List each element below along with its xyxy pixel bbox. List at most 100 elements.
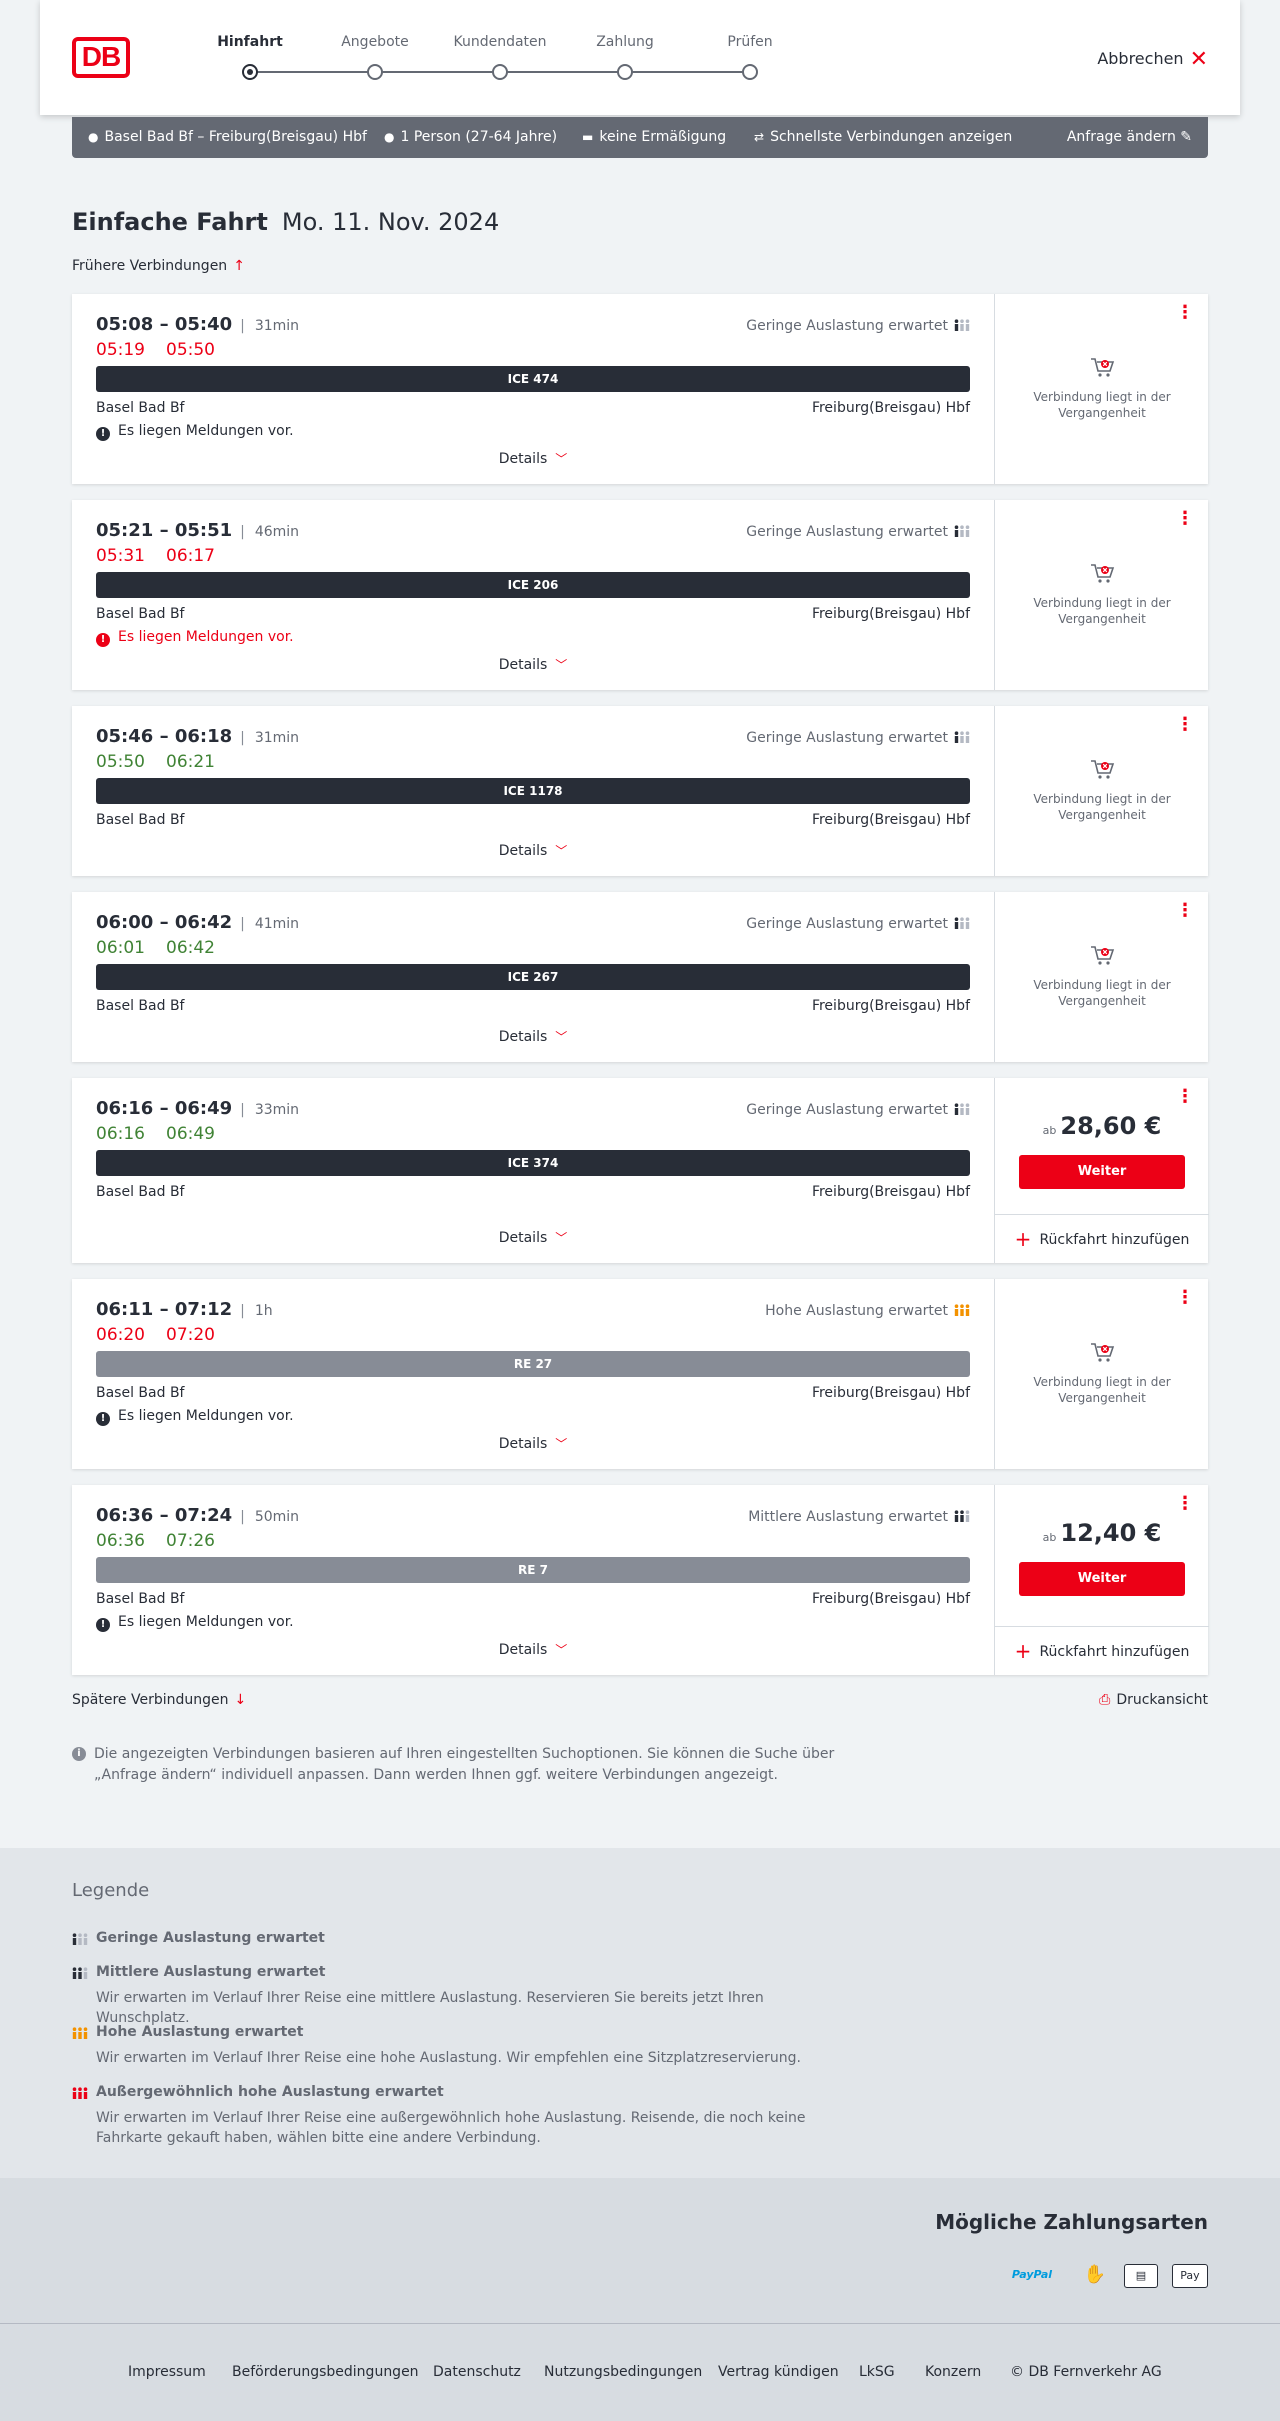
more-options-icon[interactable]: ⋮ <box>1176 304 1194 322</box>
connection-offer: ⋮ ab 12,40 € Weiter + Rückfahrt hinzufügen <box>994 1485 1209 1675</box>
connection-card[interactable]: 06:36 – 07:24 50min 06:36 07:26 Mittlere Aus… <box>72 1485 1209 1675</box>
details-label: Details <box>498 657 548 673</box>
details-toggle[interactable]: Details ﹀ <box>72 656 994 673</box>
realtime-arrival: 06:49 <box>166 1124 215 1144</box>
more-options-icon[interactable]: ⋮ <box>1176 716 1194 734</box>
connection-card[interactable]: 06:11 – 07:12 1h 06:20 07:20 Hohe Auslastung… <box>72 1279 1208 1469</box>
details-toggle[interactable]: Details ﹀ <box>72 450 994 467</box>
connection-card[interactable]: 05:08 – 05:40 31min 05:19 05:50 Geringe Ausl… <box>72 294 1208 484</box>
details-toggle[interactable]: Details ﹀ <box>72 1028 994 1045</box>
step-dot <box>617 64 633 80</box>
realtime-departure: 05:31 <box>96 546 145 566</box>
footer-link-impressum[interactable]: Impressum <box>128 2364 206 2380</box>
past-connection-notice: Verbindung liegt in der Vergangenheit <box>995 757 1209 823</box>
connection-duration: 1h <box>240 1303 273 1319</box>
query-travellers: ● 1 Person (27-64 Jahre) <box>384 129 557 145</box>
details-toggle[interactable]: Details ﹀ <box>72 1641 994 1658</box>
cart-unavailable-icon <box>1091 358 1115 377</box>
connection-offer: ⋮ Verbindung liegt in der Vergangenheit <box>994 892 1208 1062</box>
load-icon-wrap <box>954 525 970 537</box>
legend-item-description: Wir erwarten im Verlauf Ihrer Reise eine… <box>96 2110 806 2146</box>
print-view-link[interactable]: ⎙ Druckansicht <box>1099 1692 1208 1708</box>
load-forecast-label: Hohe Auslastung erwartet <box>765 1303 948 1319</box>
header: DB Hinfahrt Angebote Kundendaten Zahlung… <box>40 0 1240 115</box>
train-bar[interactable]: RE 7 <box>96 1557 970 1583</box>
footer-link-nutzungsbedingungen[interactable]: Nutzungsbedingungen <box>544 2364 702 2380</box>
occupancy-medium-icon <box>72 1967 88 1979</box>
service-message-text: Es liegen Meldungen vor. <box>118 423 294 439</box>
add-return-button[interactable]: + Rückfahrt hinzufügen <box>995 1626 1209 1675</box>
past-connection-notice: Verbindung liegt in der Vergangenheit <box>995 355 1209 421</box>
db-logo[interactable]: DB <box>72 37 130 78</box>
footer-link-datenschutz[interactable]: Datenschutz <box>433 2364 521 2380</box>
load-icon-wrap <box>954 917 970 929</box>
footer-link-lksg[interactable]: LkSG <box>859 2364 895 2380</box>
plus-icon: + <box>1014 1639 1032 1663</box>
more-options-icon[interactable]: ⋮ <box>1176 1495 1194 1513</box>
price: ab 12,40 € <box>995 1519 1209 1547</box>
load-forecast: Hohe Auslastung erwartet <box>765 1303 970 1319</box>
legend-item-description: Wir erwarten im Verlauf Ihrer Reise eine… <box>96 1990 764 2026</box>
train-bar[interactable]: ICE 206 <box>96 572 970 598</box>
legend-item-description: Wir erwarten im Verlauf Ihrer Reise eine… <box>96 2050 801 2066</box>
connection-times: 05:21 – 05:51 46min <box>96 520 299 541</box>
past-connection-text: Verbindung liegt in der Vergangenheit <box>1033 1375 1171 1405</box>
connection-card[interactable]: 06:16 – 06:49 33min 06:16 06:49 Geringe Ausl… <box>72 1078 1209 1263</box>
chevron-down-icon: ﹀ <box>555 452 568 466</box>
legend-item-title: Hohe Auslastung erwartet <box>72 2024 852 2040</box>
price-amount: 12,40 € <box>1060 1519 1162 1547</box>
cart-unavailable-icon <box>1091 760 1115 779</box>
weiter-button[interactable]: Weiter <box>1019 1562 1185 1596</box>
arrival-station: Freiburg(Breisgau) Hbf <box>811 1184 970 1200</box>
train-bar[interactable]: RE 27 <box>96 1351 970 1377</box>
more-options-icon[interactable]: ⋮ <box>1176 1088 1194 1106</box>
planned-times: 05:46 – 06:18 <box>96 726 233 747</box>
progress-steps: Hinfahrt Angebote Kundendaten Zahlung Pr… <box>180 34 773 84</box>
connection-card[interactable]: 05:46 – 06:18 31min 05:50 06:21 Geringe Ausl… <box>72 706 1208 876</box>
details-toggle[interactable]: Details ﹀ <box>72 1229 994 1246</box>
past-connection-notice: Verbindung liegt in der Vergangenheit <box>995 943 1209 1009</box>
change-query-button[interactable]: Anfrage ändern ✎ <box>1067 129 1192 145</box>
connection-card[interactable]: 06:00 – 06:42 41min 06:01 06:42 Geringe Ausl… <box>72 892 1208 1062</box>
train-bar[interactable]: ICE 1178 <box>96 778 970 804</box>
occupancy-low-icon <box>954 1103 970 1115</box>
chevron-down-icon: ﹀ <box>555 1643 568 1657</box>
cancel-button[interactable]: Abbrechen ✕ <box>1097 47 1208 72</box>
printer-icon: ⎙ <box>1099 1692 1111 1708</box>
service-message[interactable]: ! Es liegen Meldungen vor. <box>96 1408 294 1426</box>
service-message[interactable]: ! Es liegen Meldungen vor. <box>96 1614 294 1632</box>
later-connections-link[interactable]: Spätere Verbindungen ↓ <box>72 1692 246 1708</box>
details-toggle[interactable]: Details ﹀ <box>72 1435 994 1452</box>
train-bar[interactable]: ICE 474 <box>96 366 970 392</box>
weiter-button[interactable]: Weiter <box>1019 1155 1185 1189</box>
step-dot-active <box>242 64 258 80</box>
legend-item-title: Außergewöhnlich hohe Auslastung erwartet <box>72 2084 852 2100</box>
paypal-label: PayPal <box>1011 2268 1053 2281</box>
more-options-icon[interactable]: ⋮ <box>1176 1289 1194 1307</box>
footer-link-befoerderungsbedingungen[interactable]: Beförderungsbedingungen <box>232 2364 419 2380</box>
service-message[interactable]: ! Es liegen Meldungen vor. <box>96 629 294 647</box>
query-route: ● Basel Bad Bf – Freiburg(Breisgau) Hbf <box>88 129 367 145</box>
details-label: Details <box>498 843 548 859</box>
service-message[interactable]: ! Es liegen Meldungen vor. <box>96 423 294 441</box>
more-options-icon[interactable]: ⋮ <box>1176 510 1194 528</box>
more-options-icon[interactable]: ⋮ <box>1176 902 1194 920</box>
connection-offer: ⋮ Verbindung liegt in der Vergangenheit <box>994 1279 1208 1469</box>
earlier-connections-link[interactable]: Frühere Verbindungen ↑ <box>72 258 245 274</box>
info-note-text: Die angezeigten Verbindungen basieren au… <box>94 1746 835 1783</box>
load-forecast: Geringe Auslastung erwartet <box>746 318 970 334</box>
footer-link-konzern[interactable]: Konzern <box>925 2364 981 2380</box>
train-bar[interactable]: ICE 267 <box>96 964 970 990</box>
connection-duration: 33min <box>240 1102 299 1118</box>
connection-times: 06:00 – 06:42 41min <box>96 912 299 933</box>
connection-card[interactable]: 05:21 – 05:51 46min 05:31 06:17 Geringe Ausl… <box>72 500 1208 690</box>
train-bar[interactable]: ICE 374 <box>96 1150 970 1176</box>
departure-station: Basel Bad Bf <box>96 998 185 1014</box>
connection-times: 05:08 – 05:40 31min <box>96 314 299 335</box>
footer-link-vertrag-kuendigen[interactable]: Vertrag kündigen <box>718 2364 839 2380</box>
legend-item-label: Hohe Auslastung erwartet <box>96 2024 304 2040</box>
step-kundendaten: Kundendaten <box>453 34 547 50</box>
details-toggle[interactable]: Details ﹀ <box>72 842 994 859</box>
add-return-button[interactable]: + Rückfahrt hinzufügen <box>995 1214 1209 1263</box>
occupancy-low-icon <box>954 917 970 929</box>
